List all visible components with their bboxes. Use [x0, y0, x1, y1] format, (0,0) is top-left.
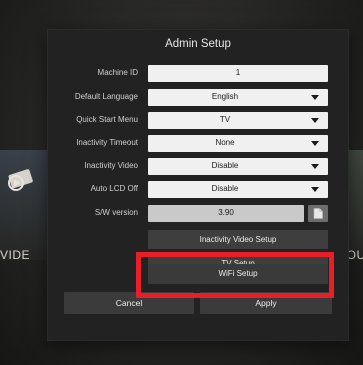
inactivity-video-value: Disable [211, 161, 239, 170]
machine-id-row: Machine ID 1 [48, 65, 348, 82]
dialog-title: Admin Setup [165, 38, 231, 50]
quick-start-menu-row: Quick Start Menu TV [48, 112, 348, 129]
machine-id-input[interactable]: 1 [148, 65, 328, 82]
inactivity-video-label: Inactivity Video [84, 161, 138, 170]
chevron-down-icon [311, 95, 319, 100]
video-tile[interactable] [0, 150, 52, 260]
auto-lcd-off-row: Auto LCD Off Disable [48, 181, 348, 198]
wifi-setup-highlight [136, 252, 334, 298]
cancel-label: Cancel [115, 298, 143, 308]
apply-label: Apply [255, 298, 277, 308]
inactivity-video-select[interactable]: Disable [148, 158, 328, 175]
inactivity-video-setup-label: Inactivity Video Setup [199, 235, 277, 244]
inactivity-timeout-label: Inactivity Timeout [76, 138, 138, 147]
machine-id-value: 1 [235, 68, 241, 77]
quick-start-menu-label: Quick Start Menu [76, 115, 138, 124]
document-button[interactable] [308, 205, 328, 222]
sw-version-field: 3.90 [148, 205, 304, 222]
inactivity-video-row: Inactivity Video Disable [48, 158, 348, 175]
inactivity-timeout-value: None [215, 138, 235, 147]
default-language-select[interactable]: English [148, 89, 328, 106]
quick-start-menu-value: TV [219, 115, 231, 124]
default-language-label: Default Language [74, 92, 138, 101]
default-language-row: Default Language English [48, 89, 348, 106]
chevron-down-icon [311, 187, 319, 192]
sw-version-value: 3.90 [218, 208, 234, 217]
default-language-value: English [211, 92, 239, 101]
chevron-down-icon [311, 118, 319, 123]
sw-version-label: S/W version [94, 208, 138, 217]
video-tile-label: VIDE [0, 248, 31, 262]
inactivity-timeout-select[interactable]: None [148, 135, 328, 152]
sw-version-row: S/W version 3.90 [48, 205, 348, 222]
chevron-down-icon [311, 141, 319, 146]
inactivity-video-setup-button[interactable]: Inactivity Video Setup [148, 230, 328, 249]
auto-lcd-off-value: Disable [211, 184, 239, 193]
inactivity-timeout-row: Inactivity Timeout None [48, 135, 348, 152]
video-camera-icon [0, 150, 52, 260]
auto-lcd-off-select[interactable]: Disable [148, 181, 328, 198]
auto-lcd-off-label: Auto LCD Off [90, 184, 138, 193]
machine-id-label: Machine ID [97, 68, 138, 77]
document-icon [313, 208, 323, 219]
chevron-down-icon [311, 164, 319, 169]
quick-start-menu-select[interactable]: TV [148, 112, 328, 129]
